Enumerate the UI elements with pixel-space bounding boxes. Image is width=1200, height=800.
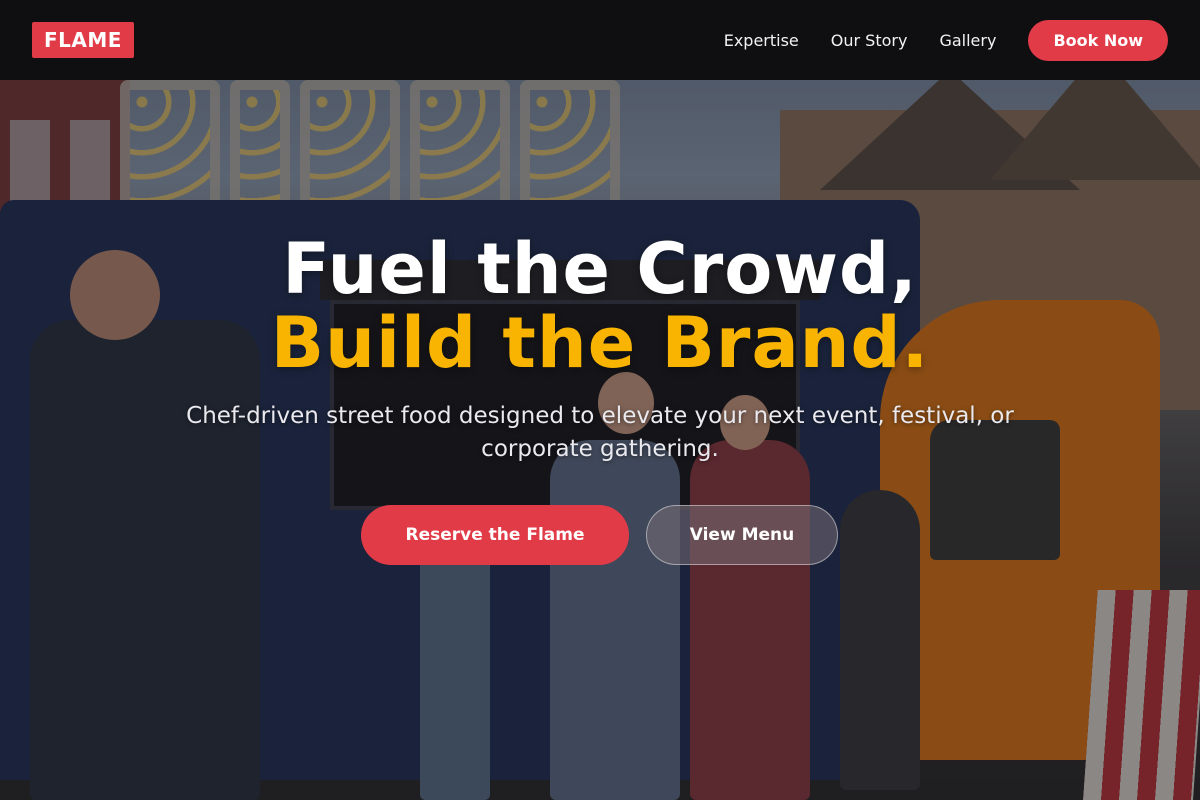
top-navbar: FLAME Expertise Our Story Gallery Book N… [0, 0, 1200, 80]
headline-line-2: Build the Brand. [270, 302, 930, 384]
nav-link-our-story[interactable]: Our Story [831, 31, 908, 50]
nav-links: Expertise Our Story Gallery Book Now [724, 19, 1168, 61]
nav-link-gallery[interactable]: Gallery [939, 31, 996, 50]
hero-headline: Fuel the Crowd, Build the Brand. [0, 232, 1200, 380]
hero-subtitle: Chef-driven street food designed to elev… [186, 403, 1014, 462]
brand-logo[interactable]: FLAME [32, 22, 134, 58]
headline-line-1: Fuel the Crowd, [282, 228, 918, 310]
reserve-the-flame-button[interactable]: Reserve the Flame [361, 505, 629, 565]
book-now-button[interactable]: Book Now [1028, 19, 1168, 61]
view-menu-button[interactable]: View Menu [646, 505, 838, 565]
nav-link-expertise[interactable]: Expertise [724, 31, 799, 50]
